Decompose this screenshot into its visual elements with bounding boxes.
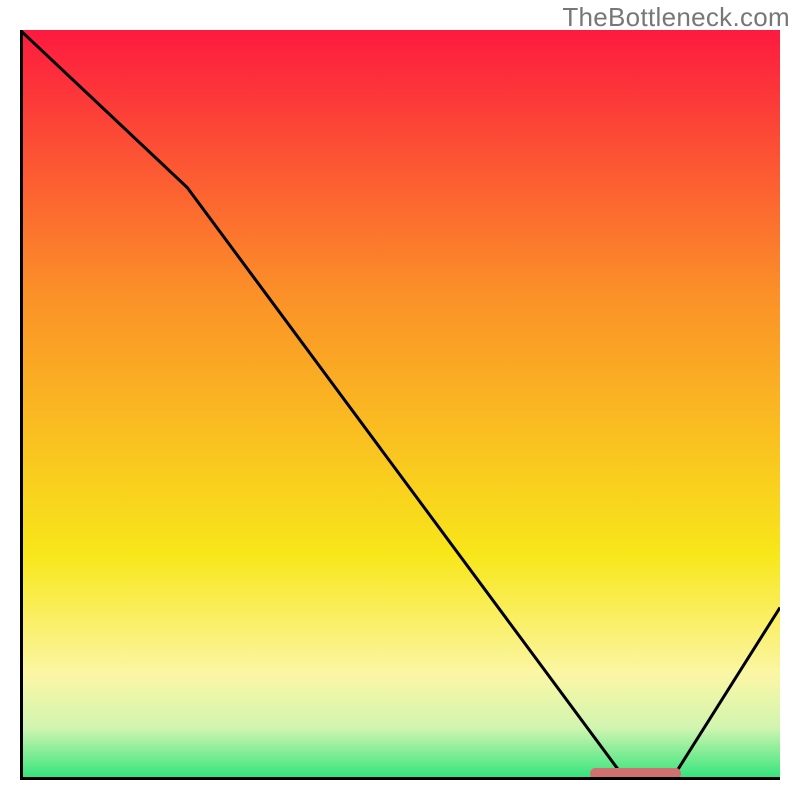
- x-axis: [20, 777, 780, 780]
- curve-layer: [20, 30, 780, 780]
- bottleneck-curve: [20, 30, 780, 776]
- chart-stage: TheBottleneck.com: [0, 0, 800, 800]
- plot-area: [20, 30, 780, 780]
- watermark-text: TheBottleneck.com: [562, 2, 790, 33]
- y-axis: [20, 30, 23, 780]
